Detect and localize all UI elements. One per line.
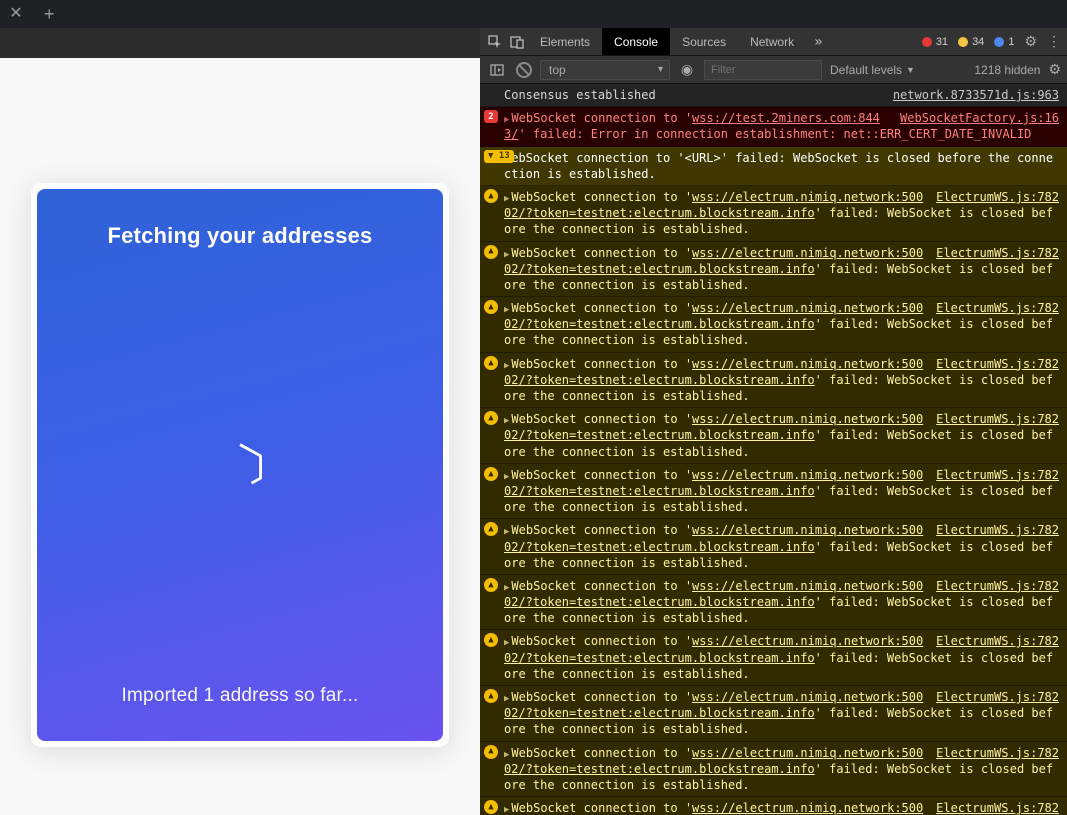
console-log-row[interactable]: ▲ElectrumWS.js:782▶WebSocket connection … <box>480 519 1067 575</box>
console-log-row[interactable]: ▲ElectrumWS.js:782▶WebSocket connection … <box>480 575 1067 631</box>
warn-badge-icon: ▲ <box>484 300 498 314</box>
warn-badge-icon: ▲ <box>484 800 498 814</box>
new-tab-button[interactable]: + <box>26 4 50 25</box>
log-source-link[interactable]: ElectrumWS.js:782 <box>936 745 1059 761</box>
warn-badge-icon: ▲ <box>484 522 498 536</box>
devtools-panel: ElementsConsoleSourcesNetwork » 31 34 1 … <box>480 28 1067 815</box>
warn-badge-icon: ▲ <box>484 189 498 203</box>
clear-console-icon[interactable] <box>516 62 532 78</box>
devtools-tab-network[interactable]: Network <box>738 28 806 55</box>
warning-count[interactable]: 34 <box>958 36 984 48</box>
error-badge-icon: 2 <box>484 110 498 123</box>
log-source-link[interactable]: ElectrumWS.js:782 <box>936 800 1059 815</box>
warn-badge-icon: ▲ <box>484 745 498 759</box>
console-log-row[interactable]: ▲ElectrumWS.js:782▶WebSocket connection … <box>480 242 1067 298</box>
devtools-tab-console[interactable]: Console <box>602 28 670 55</box>
console-log-row[interactable]: ▲ElectrumWS.js:782▶WebSocket connection … <box>480 186 1067 242</box>
warn-badge-icon: ▲ <box>484 411 498 425</box>
page-content: Fetching your addresses Imported 1 addre… <box>0 28 480 815</box>
devtools-tab-elements[interactable]: Elements <box>528 28 602 55</box>
warn-badge-icon: ▲ <box>484 245 498 259</box>
devtools-tab-sources[interactable]: Sources <box>670 28 738 55</box>
settings-gear-icon[interactable]: ⚙ <box>1024 33 1037 50</box>
log-source-link[interactable]: ElectrumWS.js:782 <box>936 245 1059 261</box>
more-menu-icon[interactable]: ⋮ <box>1047 33 1061 50</box>
warn-badge-icon: ▲ <box>484 689 498 703</box>
device-toolbar-icon[interactable] <box>506 31 528 53</box>
log-source-link[interactable]: ElectrumWS.js:782 <box>936 578 1059 594</box>
console-log-row[interactable]: ▲ElectrumWS.js:782▶WebSocket connection … <box>480 797 1067 815</box>
modal-card: Fetching your addresses Imported 1 addre… <box>31 183 449 747</box>
warn-badge-icon: ▲ <box>484 467 498 481</box>
log-message: WebSocket connection to '<URL>' failed: … <box>504 151 1053 181</box>
log-source-link[interactable]: ElectrumWS.js:782 <box>936 522 1059 538</box>
hidden-count[interactable]: 1218 hidden <box>974 63 1040 77</box>
live-expression-icon[interactable]: ◉ <box>678 61 696 78</box>
tab-close-button[interactable]: ✕ <box>6 6 26 22</box>
console-log-list[interactable]: network.8733571d.js:963 Consensus establi… <box>480 84 1067 815</box>
console-log-row[interactable]: ▼ 13WebSocket connection to '<URL>' fail… <box>480 147 1067 186</box>
console-log-row[interactable]: ▲ElectrumWS.js:782▶WebSocket connection … <box>480 297 1067 353</box>
console-log-row[interactable]: ▲ElectrumWS.js:782▶WebSocket connection … <box>480 686 1067 742</box>
console-log-row[interactable]: network.8733571d.js:963 Consensus establi… <box>480 84 1067 107</box>
devtools-tabbar: ElementsConsoleSourcesNetwork » 31 34 1 … <box>480 28 1067 56</box>
card-status: Imported 1 address so far... <box>122 685 359 707</box>
log-source-link[interactable]: ElectrumWS.js:782 <box>936 633 1059 649</box>
log-source-link[interactable]: ElectrumWS.js:782 <box>936 356 1059 372</box>
console-log-row[interactable]: ▲ElectrumWS.js:782▶WebSocket connection … <box>480 353 1067 409</box>
more-tabs-button[interactable]: » <box>806 34 830 50</box>
error-count[interactable]: 31 <box>922 36 948 48</box>
toggle-sidebar-icon[interactable] <box>486 59 508 81</box>
loading-hexagon-icon <box>212 439 268 495</box>
console-settings-icon[interactable]: ⚙ <box>1048 61 1061 78</box>
log-source-link[interactable]: WebSocketFactory.js:16 <box>900 110 1059 126</box>
console-log-row[interactable]: ▲ElectrumWS.js:782▶WebSocket connection … <box>480 464 1067 520</box>
log-message: Consensus established <box>504 88 656 102</box>
log-source-link[interactable]: ElectrumWS.js:782 <box>936 300 1059 316</box>
group-header-badge-icon: ▼ 13 <box>484 150 514 163</box>
inspect-element-icon[interactable] <box>484 31 506 53</box>
filter-input[interactable] <box>704 60 822 80</box>
console-log-row[interactable]: ▲ElectrumWS.js:782▶WebSocket connection … <box>480 742 1067 798</box>
console-toolbar: top ◉ Default levels▼ 1218 hidden ⚙ <box>480 56 1067 84</box>
card-title: Fetching your addresses <box>107 223 372 249</box>
log-source-link[interactable]: ElectrumWS.js:782 <box>936 411 1059 427</box>
log-source-link[interactable]: ElectrumWS.js:782 <box>936 689 1059 705</box>
context-selector[interactable]: top <box>540 60 670 80</box>
log-source-link[interactable]: network.8733571d.js:963 <box>893 87 1059 103</box>
warn-badge-icon: ▲ <box>484 578 498 592</box>
browser-tab-bar: ✕ + <box>0 0 1067 28</box>
warn-badge-icon: ▲ <box>484 633 498 647</box>
console-log-row[interactable]: 2WebSocketFactory.js:16▶WebSocket connec… <box>480 107 1067 146</box>
log-source-link[interactable]: ElectrumWS.js:782 <box>936 467 1059 483</box>
info-count[interactable]: 1 <box>994 36 1014 48</box>
console-log-row[interactable]: ▲ElectrumWS.js:782▶WebSocket connection … <box>480 630 1067 686</box>
log-levels-selector[interactable]: Default levels▼ <box>830 63 915 77</box>
console-log-row[interactable]: ▲ElectrumWS.js:782▶WebSocket connection … <box>480 408 1067 464</box>
log-source-link[interactable]: ElectrumWS.js:782 <box>936 189 1059 205</box>
warn-badge-icon: ▲ <box>484 356 498 370</box>
